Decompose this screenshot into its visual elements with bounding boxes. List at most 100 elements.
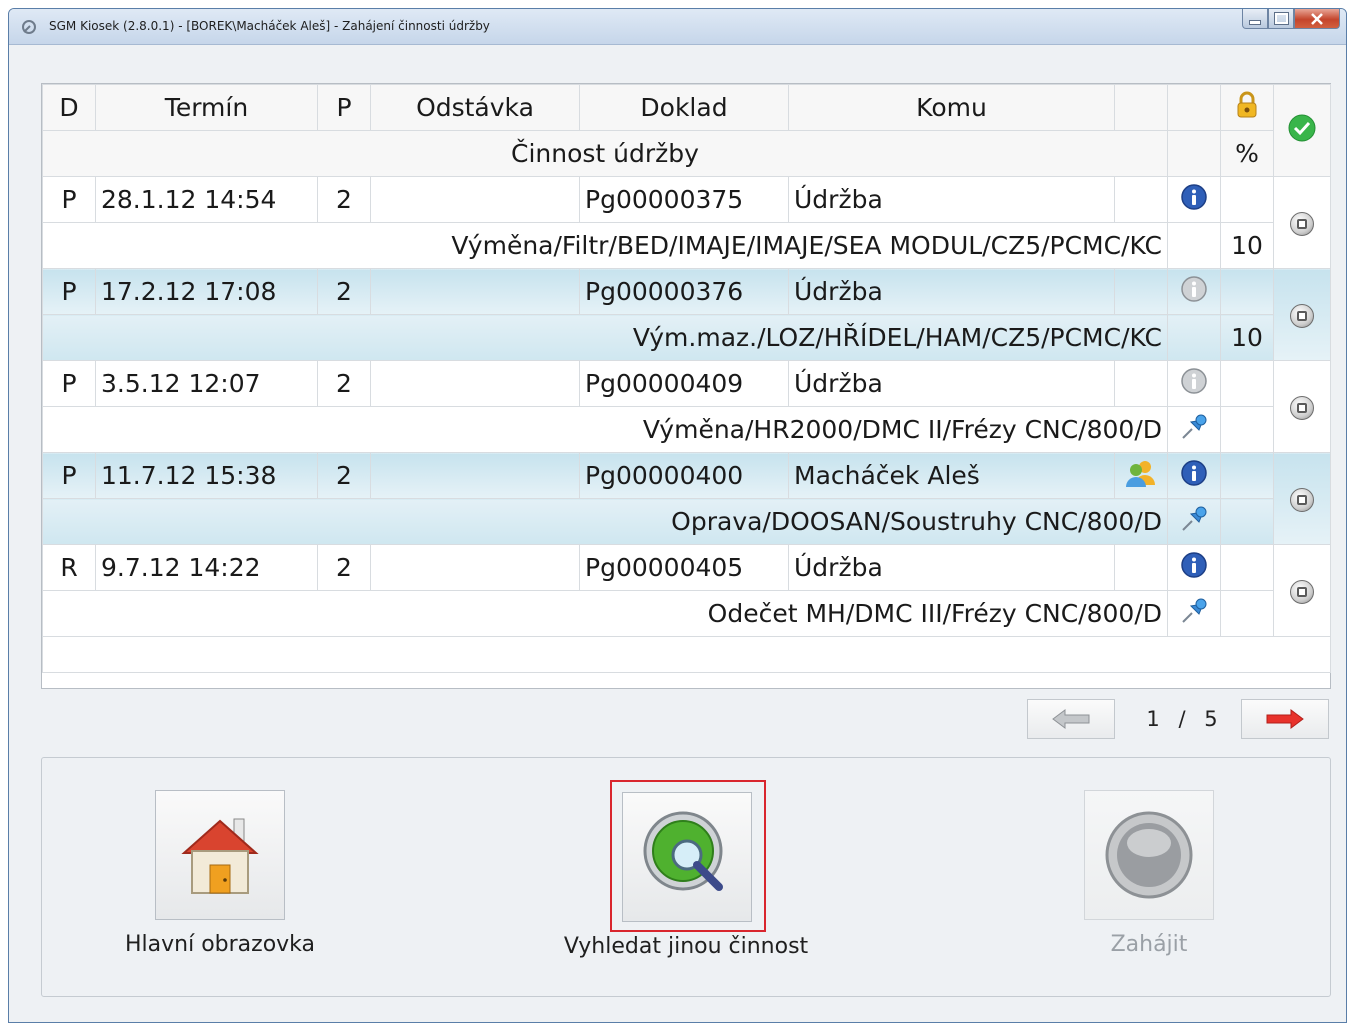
total-pages: 5 <box>1204 707 1218 731</box>
search-activity-button[interactable] <box>622 792 752 922</box>
activity-grid: D Termín P Odstávka Doklad Komu Činnost … <box>41 83 1331 689</box>
next-page-button[interactable] <box>1241 699 1329 739</box>
info-button[interactable] <box>1167 360 1221 407</box>
col-header-info <box>1167 84 1221 131</box>
pin-button[interactable] <box>1167 590 1221 637</box>
window-title: SGM Kiosek (2.8.0.1) - [BOREK\Macháček A… <box>49 19 490 33</box>
minimize-button[interactable] <box>1242 9 1268 29</box>
pin-button[interactable] <box>1167 222 1221 269</box>
col-header-lock <box>1220 84 1274 131</box>
cell-lock <box>1220 176 1274 223</box>
green-check-icon <box>1288 114 1316 141</box>
cell-assignee-icon[interactable] <box>1114 268 1168 315</box>
start-button[interactable] <box>1084 790 1214 920</box>
pin-icon <box>1182 506 1207 531</box>
col-header-termin[interactable]: Termín <box>95 84 318 131</box>
cell-percent: 10 <box>1220 222 1274 269</box>
cell-odstavka <box>370 176 580 223</box>
col-header-odstavka[interactable]: Odstávka <box>370 84 580 131</box>
title-bar: SGM Kiosek (2.8.0.1) - [BOREK\Macháček A… <box>9 9 1346 45</box>
cell-odstavka <box>370 544 580 591</box>
cell-assignee-icon[interactable] <box>1114 452 1168 499</box>
cell-assignee-icon[interactable] <box>1114 544 1168 591</box>
users-icon <box>1126 460 1155 487</box>
cell-p: 2 <box>317 452 371 499</box>
maximize-button[interactable] <box>1268 9 1294 29</box>
home-button[interactable] <box>155 790 285 920</box>
info-button[interactable] <box>1167 452 1221 499</box>
cell-doklad: Pg00000405 <box>579 544 789 591</box>
table-row-detail[interactable]: Výměna/HR2000/DMC II/Frézy CNC/800/D <box>42 406 1331 453</box>
close-icon <box>1311 12 1323 25</box>
cell-komu: Údržba <box>788 544 1115 591</box>
page-separator: / <box>1178 707 1186 731</box>
cell-activity: Výměna/Filtr/BED/IMAJE/IMAJE/SEA MODUL/C… <box>42 222 1168 269</box>
cell-termin: 3.5.12 12:07 <box>95 360 318 407</box>
radio-icon <box>1290 304 1314 328</box>
cell-lock <box>1220 268 1274 315</box>
cell-p: 2 <box>317 176 371 223</box>
header-row: D Termín P Odstávka Doklad Komu <box>42 84 1331 177</box>
table-row-detail[interactable]: Oprava/DOOSAN/Soustruhy CNC/800/D <box>42 498 1331 545</box>
table-row[interactable]: P 3.5.12 12:07 2 Pg00000409 Údržba <box>42 360 1331 453</box>
cell-percent <box>1220 498 1274 545</box>
cell-komu: Macháček Aleš <box>788 452 1115 499</box>
table-row[interactable]: P 11.7.12 15:38 2 Pg00000400 Macháček Aleš <box>42 452 1331 545</box>
cell-d: P <box>42 360 96 407</box>
cell-activity: Vým.maz./LOZ/HŘÍDEL/HAM/CZ5/PCMC/KC <box>42 314 1168 361</box>
table-row[interactable]: R 9.7.12 14:22 2 Pg00000405 Údržba <box>42 544 1331 637</box>
info-button[interactable] <box>1167 268 1221 315</box>
house-icon <box>181 818 259 894</box>
cell-doklad: Pg00000409 <box>579 360 789 407</box>
pin-button[interactable] <box>1167 406 1221 453</box>
pager: 1 / 5 <box>1027 699 1332 743</box>
subheader-percent: % <box>1220 130 1274 177</box>
grid-body: P 28.1.12 14:54 2 Pg00000375 Údržba Výměna/Fi… <box>42 176 1331 673</box>
select-radio[interactable] <box>1273 360 1331 453</box>
cell-d: P <box>42 452 96 499</box>
cell-odstavka <box>370 360 580 407</box>
info-icon-gray <box>1181 275 1207 302</box>
cell-assignee-icon[interactable] <box>1114 176 1168 223</box>
table-row-detail[interactable]: Odečet MH/DMC III/Frézy CNC/800/D <box>42 590 1331 637</box>
empty-cell <box>42 636 1331 673</box>
info-button[interactable] <box>1167 544 1221 591</box>
empty-row <box>42 636 1331 673</box>
info-button[interactable] <box>1167 176 1221 223</box>
start-label: Zahájit <box>1110 932 1188 957</box>
col-header-p[interactable]: P <box>317 84 371 131</box>
cell-lock <box>1220 452 1274 499</box>
cell-doklad: Pg00000375 <box>579 176 789 223</box>
pin-icon <box>1182 598 1207 623</box>
cell-activity: Odečet MH/DMC III/Frézy CNC/800/D <box>42 590 1168 637</box>
table-row[interactable]: P 17.2.12 17:08 2 Pg00000376 Údržba <box>42 268 1331 361</box>
cell-assignee-icon[interactable] <box>1114 360 1168 407</box>
close-button[interactable] <box>1294 9 1340 29</box>
table-row-detail[interactable]: Vým.maz./LOZ/HŘÍDEL/HAM/CZ5/PCMC/KC 10 <box>42 314 1331 361</box>
pin-button[interactable] <box>1167 498 1221 545</box>
radio-icon <box>1290 580 1314 604</box>
cell-doklad: Pg00000400 <box>579 452 789 499</box>
prev-page-button[interactable] <box>1027 699 1115 739</box>
col-header-komu[interactable]: Komu <box>788 84 1115 131</box>
select-radio[interactable] <box>1273 544 1331 637</box>
select-radio[interactable] <box>1273 176 1331 269</box>
magnifier-icon <box>643 811 723 891</box>
subheader-row: Činnost údržby % <box>42 130 1331 177</box>
select-radio[interactable] <box>1273 452 1331 545</box>
cell-termin: 28.1.12 14:54 <box>95 176 318 223</box>
table-row-detail[interactable]: Výměna/Filtr/BED/IMAJE/IMAJE/SEA MODUL/C… <box>42 222 1331 269</box>
info-icon-blue <box>1181 183 1207 210</box>
pin-button[interactable] <box>1167 314 1221 361</box>
col-header-d[interactable]: D <box>42 84 96 131</box>
cell-komu: Údržba <box>788 176 1115 223</box>
table-row[interactable]: P 28.1.12 14:54 2 Pg00000375 Údržba <box>42 176 1331 269</box>
page-indicator: 1 / 5 <box>1137 707 1227 731</box>
cell-p: 2 <box>317 544 371 591</box>
col-header-doklad[interactable]: Doklad <box>579 84 789 131</box>
cell-lock <box>1220 544 1274 591</box>
cell-percent: 10 <box>1220 314 1274 361</box>
select-radio[interactable] <box>1273 268 1331 361</box>
cell-activity: Výměna/HR2000/DMC II/Frézy CNC/800/D <box>42 406 1168 453</box>
radio-icon <box>1290 488 1314 512</box>
